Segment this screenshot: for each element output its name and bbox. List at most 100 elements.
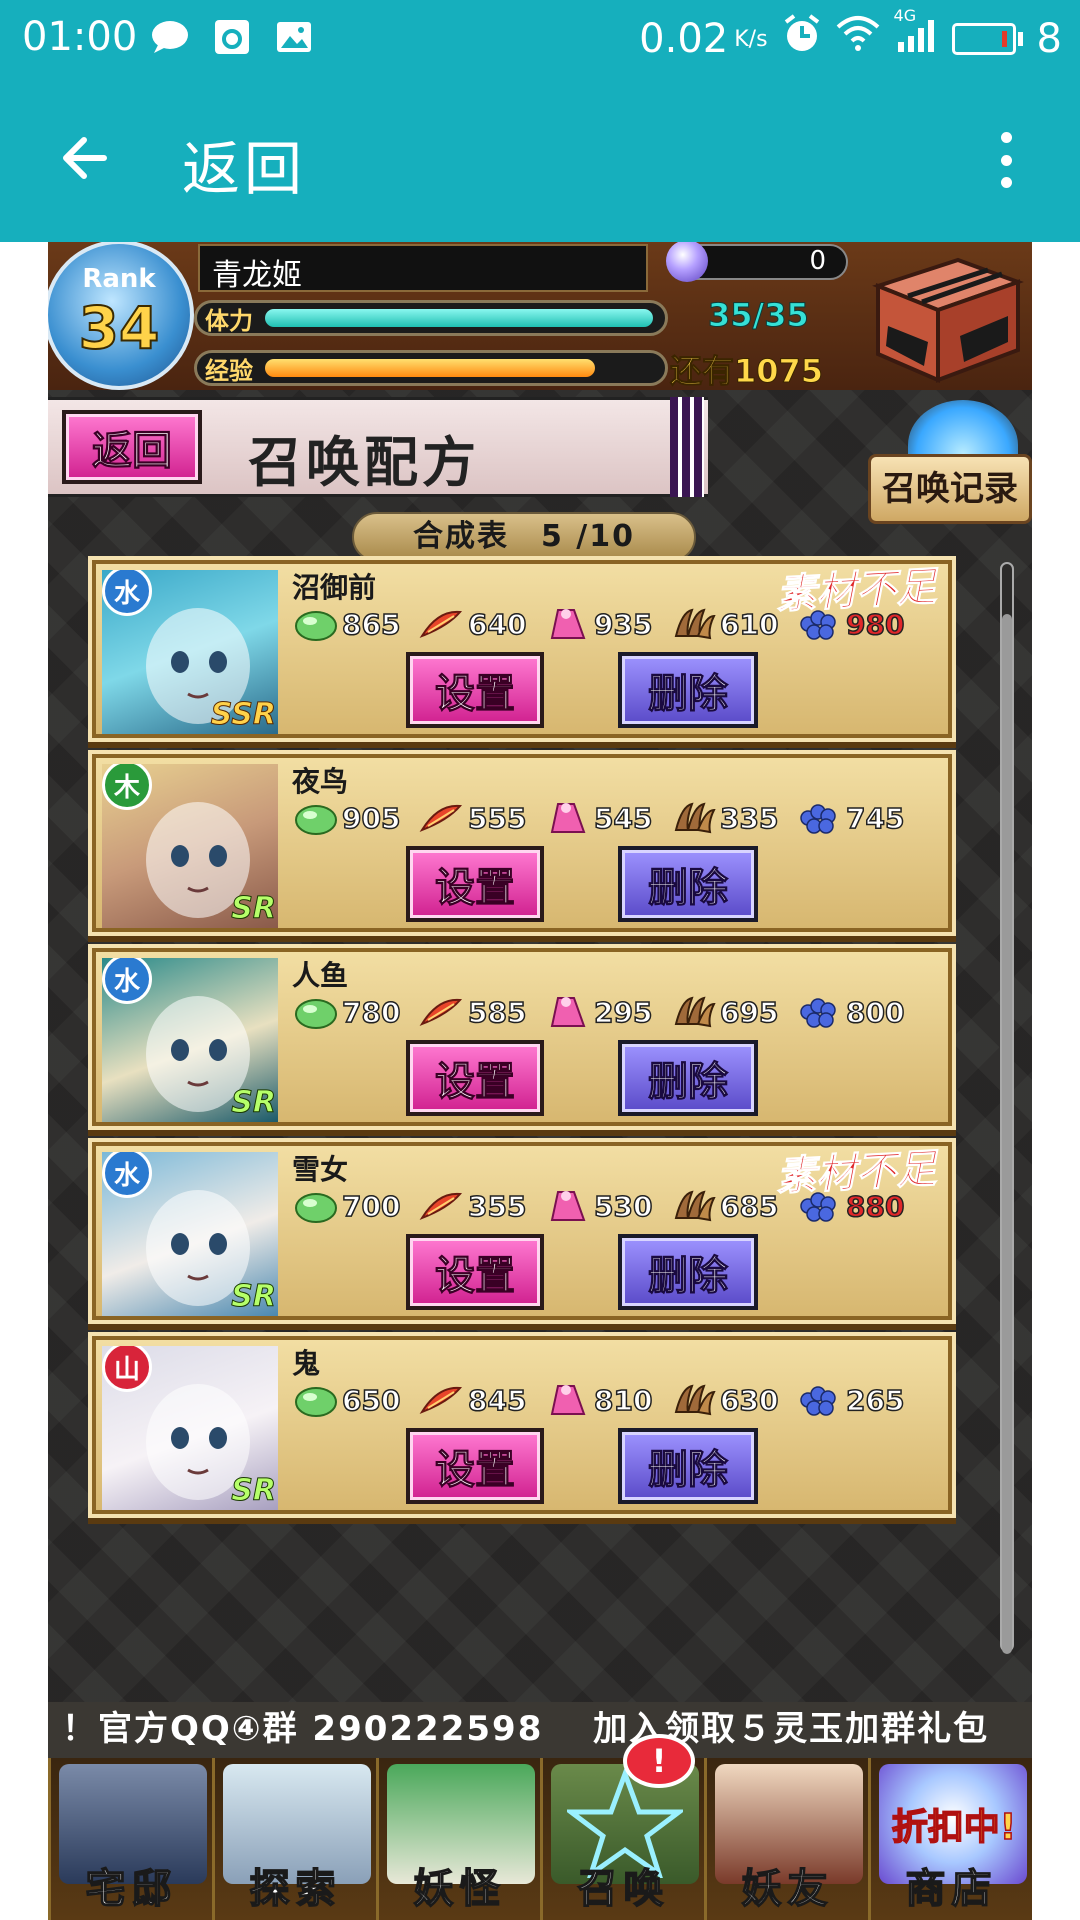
nav-item-catgirl[interactable]: 妖友 [704, 1758, 868, 1920]
material-count: 700 [341, 1189, 401, 1224]
set-button[interactable]: 设置 [406, 846, 544, 922]
pink-cloth-icon [544, 1188, 590, 1224]
rarity-badge: SR [231, 1279, 277, 1315]
more-vert-icon[interactable] [994, 132, 1018, 188]
battery-level: 8 [1036, 16, 1062, 62]
material-count: 800 [845, 995, 905, 1030]
delete-button[interactable]: 删除 [618, 1428, 758, 1504]
material-count: 555 [467, 801, 527, 836]
green-orb-icon [292, 800, 338, 836]
nav-item-mansion[interactable]: 宅邸 [48, 1758, 212, 1920]
player-name: 青龙姬 [198, 244, 648, 293]
blue-berry-icon [796, 994, 842, 1030]
message-icon [150, 18, 190, 56]
signal-icon: 4G [894, 6, 938, 64]
yokai-portrait[interactable]: 水 SSR [102, 570, 278, 734]
pink-cloth-icon [544, 606, 590, 642]
material-count: 610 [719, 607, 779, 642]
summon-log-button[interactable]: 召唤记录 [868, 400, 1032, 528]
delete-button[interactable]: 删除 [618, 1234, 758, 1310]
material-item: 935 [544, 606, 666, 642]
material-list: 700 355 530 685 880 [292, 1188, 922, 1224]
material-count: 845 [467, 1383, 527, 1418]
back-button[interactable]: 返回 [62, 410, 202, 484]
material-count: 650 [341, 1383, 401, 1418]
nav-label: 商店 [905, 1865, 998, 1913]
material-list: 905 555 545 335 745 [292, 800, 922, 836]
material-count: 905 [341, 801, 401, 836]
recipe-count: 合成表 5 /10 [352, 512, 696, 562]
recipe-card: 水 SR 人鱼 780 585 295 695 800 设置 删除 [92, 948, 952, 1126]
material-count: 980 [845, 607, 905, 642]
set-button[interactable]: 设置 [406, 1040, 544, 1116]
exp-label: 经验 [205, 357, 253, 385]
rank-badge: Rank 34 [48, 242, 194, 390]
yokai-name: 雪女 [292, 1153, 349, 1186]
arrow-left-icon[interactable] [56, 128, 116, 188]
exp-remaining: 还有1075 [669, 352, 824, 391]
pink-cloth-icon [544, 800, 590, 836]
recipe-card: 水 SSR 沼御前 素材不足 865 640 935 610 980 设置 删除 [92, 560, 952, 738]
status-time: 01:00 [22, 14, 138, 60]
material-count: 355 [467, 1189, 527, 1224]
app-bar-title[interactable]: 返回 [182, 122, 306, 206]
recipe-card: 山 SR 鬼 650 845 810 630 265 设置 删除 [92, 1336, 952, 1514]
nav-item-pentagram[interactable]: ! 召唤 [540, 1734, 704, 1920]
status-bar: 01:00 0.02 K/s 4G 8 [0, 0, 1080, 76]
scrollbar-thumb[interactable] [1002, 614, 1012, 1654]
material-list: 650 845 810 630 265 [292, 1382, 922, 1418]
set-button[interactable]: 设置 [406, 1428, 544, 1504]
rank-label: Rank [82, 264, 156, 294]
material-item: 295 [544, 994, 666, 1030]
material-item: 845 [418, 1382, 540, 1418]
claw-icon [670, 606, 716, 642]
signal-type: 4G [893, 6, 917, 25]
game-screen[interactable]: 青龙姬 体力 35/35 经验 还有1075 0 Rank 34 返回 召唤配方… [48, 242, 1032, 1920]
delete-button[interactable]: 删除 [618, 846, 758, 922]
pink-cloth-icon [544, 994, 590, 1030]
material-count: 265 [845, 1383, 905, 1418]
green-orb-icon [292, 994, 338, 1030]
claw-icon [670, 1188, 716, 1224]
material-item: 695 [670, 994, 792, 1030]
nav-item-magnifier[interactable]: 探索 [212, 1758, 376, 1920]
rank-number: 34 [78, 293, 161, 363]
material-item: 745 [796, 800, 918, 836]
yokai-portrait[interactable]: 木 SR [102, 764, 278, 928]
delete-button[interactable]: 删除 [618, 652, 758, 728]
yokai-name: 沼御前 [292, 571, 377, 604]
exp-bar: 经验 [194, 350, 668, 386]
stamina-value: 35/35 [708, 296, 810, 335]
material-item: 650 [292, 1382, 414, 1418]
battery-tip [1017, 32, 1023, 46]
material-item: 685 [670, 1188, 792, 1224]
stamina-fill [265, 309, 653, 327]
material-count: 810 [593, 1383, 653, 1418]
material-count: 745 [845, 801, 905, 836]
material-count: 865 [341, 607, 401, 642]
page-banner: 返回 召唤配方 [48, 397, 708, 497]
material-item: 865 [292, 606, 414, 642]
blue-berry-icon [796, 800, 842, 836]
material-count: 935 [593, 607, 653, 642]
nav-item-scroll[interactable]: 妖怪 [376, 1758, 540, 1920]
material-item: 800 [796, 994, 918, 1030]
stamina-bar: 体力 [194, 300, 668, 336]
blue-berry-icon [796, 1382, 842, 1418]
delete-button[interactable]: 删除 [618, 1040, 758, 1116]
set-button[interactable]: 设置 [406, 652, 544, 728]
nav-label: 探索 [249, 1865, 342, 1913]
app-icon [212, 18, 252, 56]
material-list: 780 585 295 695 800 [292, 994, 922, 1030]
yokai-portrait[interactable]: 山 SR [102, 1346, 278, 1510]
claw-icon [670, 800, 716, 836]
nav-item-shop-orb[interactable]: 折扣中! 商店 [868, 1758, 1032, 1920]
set-button[interactable]: 设置 [406, 1234, 544, 1310]
yokai-portrait[interactable]: 水 SR [102, 1152, 278, 1316]
material-count: 685 [719, 1189, 779, 1224]
bottom-nav: 宅邸 探索 妖怪 ! 召唤 妖友 折扣中! 商店 [48, 1734, 1032, 1920]
player-header: 青龙姬 体力 35/35 经验 还有1075 0 Rank 34 [48, 242, 1032, 391]
blue-berry-icon [796, 606, 842, 642]
yokai-portrait[interactable]: 水 SR [102, 958, 278, 1122]
gift-box-icon[interactable] [868, 246, 1026, 386]
